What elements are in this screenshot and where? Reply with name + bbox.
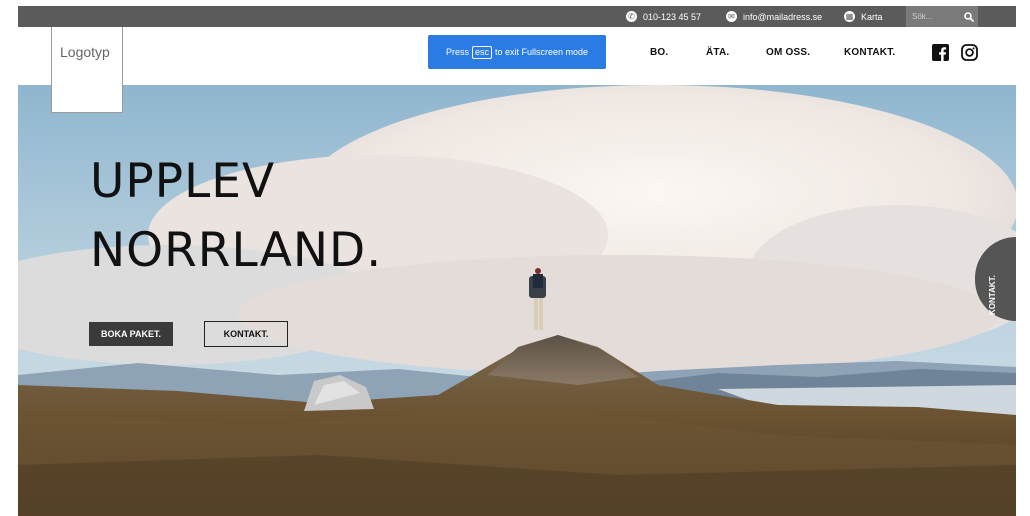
mail-icon: ✉ xyxy=(726,11,737,22)
hero-section: UPPLEV NORRLAND. BOKA PAKET. KONTAKT. KO… xyxy=(18,85,1016,516)
logo-text: Logotyp xyxy=(60,44,110,60)
nav-kontakt[interactable]: KONTAKT. xyxy=(844,47,895,58)
phone-link[interactable]: ✆ 010-123 45 57 xyxy=(626,6,701,27)
map-label: Karta xyxy=(861,11,883,22)
fullscreen-notice: Press esc to exit Fullscreen mode xyxy=(428,35,606,69)
nav-om-oss[interactable]: OM OSS. xyxy=(766,47,810,58)
map-icon: ▦ xyxy=(844,11,855,22)
email-address: info@mailadress.se xyxy=(743,11,823,22)
map-link[interactable]: ▦ Karta xyxy=(844,6,883,27)
hero-contact-button[interactable]: KONTAKT. xyxy=(204,321,288,347)
instagram-link[interactable] xyxy=(961,44,978,66)
email-link[interactable]: ✉ info@mailadress.se xyxy=(726,6,822,27)
phone-icon: ✆ xyxy=(626,11,637,22)
fullscreen-notice-prefix: Press xyxy=(445,47,469,57)
book-package-button[interactable]: BOKA PAKET. xyxy=(89,322,173,346)
facebook-icon xyxy=(932,44,949,61)
hero-headline: UPPLEV NORRLAND. xyxy=(90,147,382,285)
search-box xyxy=(906,6,978,27)
hero-headline-line-2: NORRLAND. xyxy=(90,223,383,278)
search-icon xyxy=(964,11,974,22)
search-input[interactable] xyxy=(906,7,960,26)
page: ✆ 010-123 45 57 ✉ info@mailadress.se ▦ K… xyxy=(0,0,1030,516)
search-button[interactable] xyxy=(960,6,978,27)
facebook-link[interactable] xyxy=(932,44,949,66)
phone-number: 010-123 45 57 xyxy=(643,11,702,22)
fullscreen-notice-suffix: to exit Fullscreen mode xyxy=(494,47,589,57)
site-header: Logotyp Press esc to exit Fullscreen mod… xyxy=(18,27,1016,113)
nav-bo[interactable]: BO. xyxy=(650,47,668,58)
nav-ata[interactable]: ÄTA. xyxy=(706,47,729,58)
esc-key: esc xyxy=(471,45,492,59)
logo[interactable]: Logotyp xyxy=(51,27,123,113)
side-contact-tab-label: KONTAKT. xyxy=(988,275,997,315)
top-utility-bar: ✆ 010-123 45 57 ✉ info@mailadress.se ▦ K… xyxy=(18,6,1016,27)
instagram-icon xyxy=(961,44,978,61)
hero-headline-line-1: UPPLEV xyxy=(90,154,276,209)
